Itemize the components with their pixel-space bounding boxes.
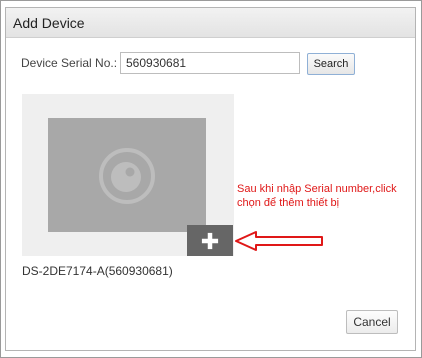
dialog-titlebar: Add Device — [6, 8, 415, 38]
red-arrow-annotation — [235, 231, 323, 251]
cancel-button[interactable]: Cancel — [346, 310, 398, 334]
serial-number-input[interactable] — [120, 52, 300, 74]
plus-icon — [201, 232, 219, 249]
add-device-dialog: Add Device Device Serial No.: Search — [5, 7, 416, 351]
device-name-label: DS-2DE7174-A(560930681) — [22, 264, 173, 278]
annotation-text: Sau khi nhập Serial number,click chọn để… — [237, 183, 397, 209]
serial-number-label: Device Serial No.: — [21, 56, 118, 70]
add-device-button[interactable] — [187, 225, 233, 256]
search-button[interactable]: Search — [307, 53, 355, 75]
dialog-title: Add Device — [13, 15, 85, 31]
camera-icon — [99, 148, 155, 204]
device-card — [22, 94, 234, 256]
screenshot-frame: Add Device Device Serial No.: Search — [0, 0, 422, 358]
device-thumbnail — [48, 118, 206, 232]
